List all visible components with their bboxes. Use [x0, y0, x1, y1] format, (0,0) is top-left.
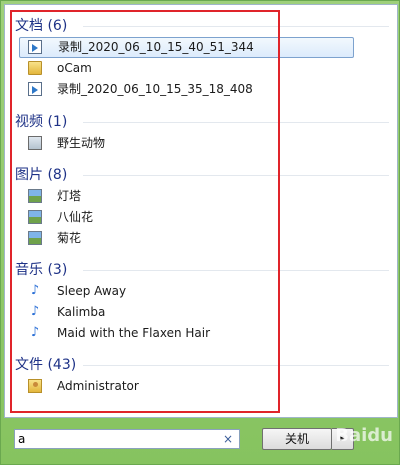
group-pictures: 图片 (8) 灯塔 八仙花 菊花 — [9, 164, 391, 249]
search-box[interactable]: × — [14, 429, 240, 449]
group-header-documents[interactable]: 文档 (6) — [9, 15, 391, 37]
image-file-icon — [28, 189, 42, 203]
result-item-label: 菊花 — [57, 231, 82, 245]
group-header-label: 音乐 (3) — [15, 262, 68, 278]
result-item-chrysanthemum[interactable]: 菊花 — [19, 228, 354, 249]
group-header-pictures[interactable]: 图片 (8) — [9, 164, 391, 186]
result-item-lighthouse[interactable]: 灯塔 — [19, 186, 354, 207]
group-documents: 文档 (6) 录制_2020_06_10_15_40_51_344 oCam 录… — [9, 15, 391, 100]
result-item-recording-2[interactable]: 录制_2020_06_10_15_35_18_408 — [19, 79, 354, 100]
baidu-watermark: Baidu — [335, 425, 393, 446]
result-item-label: 录制_2020_06_10_15_40_51_344 — [58, 40, 254, 54]
music-note-icon: ♪ — [30, 325, 40, 340]
group-divider — [83, 270, 389, 271]
media-file-icon — [28, 136, 42, 150]
group-videos: 视频 (1) 野生动物 — [9, 111, 391, 154]
result-item-ocam[interactable]: oCam — [19, 58, 354, 79]
image-file-icon — [28, 231, 42, 245]
user-folder-icon — [28, 379, 42, 393]
video-file-icon — [28, 82, 42, 96]
group-header-label: 文档 (6) — [15, 18, 68, 34]
shutdown-button[interactable]: 关机 — [262, 428, 332, 450]
result-item-recording-1[interactable]: 录制_2020_06_10_15_40_51_344 — [19, 37, 354, 58]
result-item-administrator[interactable]: Administrator — [19, 376, 354, 397]
clear-search-icon[interactable]: × — [223, 431, 233, 447]
group-divider — [83, 175, 389, 176]
group-files: 文件 (43) Administrator — [9, 354, 391, 397]
result-item-label: Kalimba — [57, 305, 106, 319]
group-header-label: 视频 (1) — [15, 114, 68, 130]
result-item-label: Maid with the Flaxen Hair — [57, 326, 211, 340]
result-item-label: Administrator — [57, 379, 139, 393]
result-item-label: 录制_2020_06_10_15_35_18_408 — [57, 82, 253, 96]
music-note-icon: ♪ — [30, 283, 40, 298]
result-item-maid-flaxen-hair[interactable]: ♪ Maid with the Flaxen Hair — [19, 323, 354, 344]
result-item-wildlife[interactable]: 野生动物 — [19, 133, 354, 154]
result-item-label: 野生动物 — [57, 136, 106, 150]
image-file-icon — [28, 210, 42, 224]
group-divider — [83, 122, 389, 123]
group-header-label: 文件 (43) — [15, 357, 77, 373]
group-music: 音乐 (3) ♪ Sleep Away ♪ Kalimba ♪ Maid wit… — [9, 259, 391, 344]
result-item-kalimba[interactable]: ♪ Kalimba — [19, 302, 354, 323]
music-note-icon: ♪ — [30, 304, 40, 319]
group-divider — [83, 26, 389, 27]
start-menu-window: 文档 (6) 录制_2020_06_10_15_40_51_344 oCam 录… — [0, 0, 400, 465]
result-item-hydrangeas[interactable]: 八仙花 — [19, 207, 354, 228]
folder-icon — [28, 61, 42, 75]
result-item-sleep-away[interactable]: ♪ Sleep Away — [19, 281, 354, 302]
video-file-icon — [28, 40, 42, 54]
group-header-music[interactable]: 音乐 (3) — [9, 259, 391, 281]
search-results-panel: 文档 (6) 录制_2020_06_10_15_40_51_344 oCam 录… — [4, 4, 398, 418]
result-item-label: 灯塔 — [57, 189, 82, 203]
group-divider — [83, 365, 389, 366]
group-header-videos[interactable]: 视频 (1) — [9, 111, 391, 133]
group-header-label: 图片 (8) — [15, 167, 68, 183]
group-header-files[interactable]: 文件 (43) — [9, 354, 391, 376]
result-item-label: oCam — [57, 61, 92, 75]
result-item-label: 八仙花 — [57, 210, 94, 224]
result-item-label: Sleep Away — [57, 284, 127, 298]
search-input[interactable] — [18, 431, 218, 447]
